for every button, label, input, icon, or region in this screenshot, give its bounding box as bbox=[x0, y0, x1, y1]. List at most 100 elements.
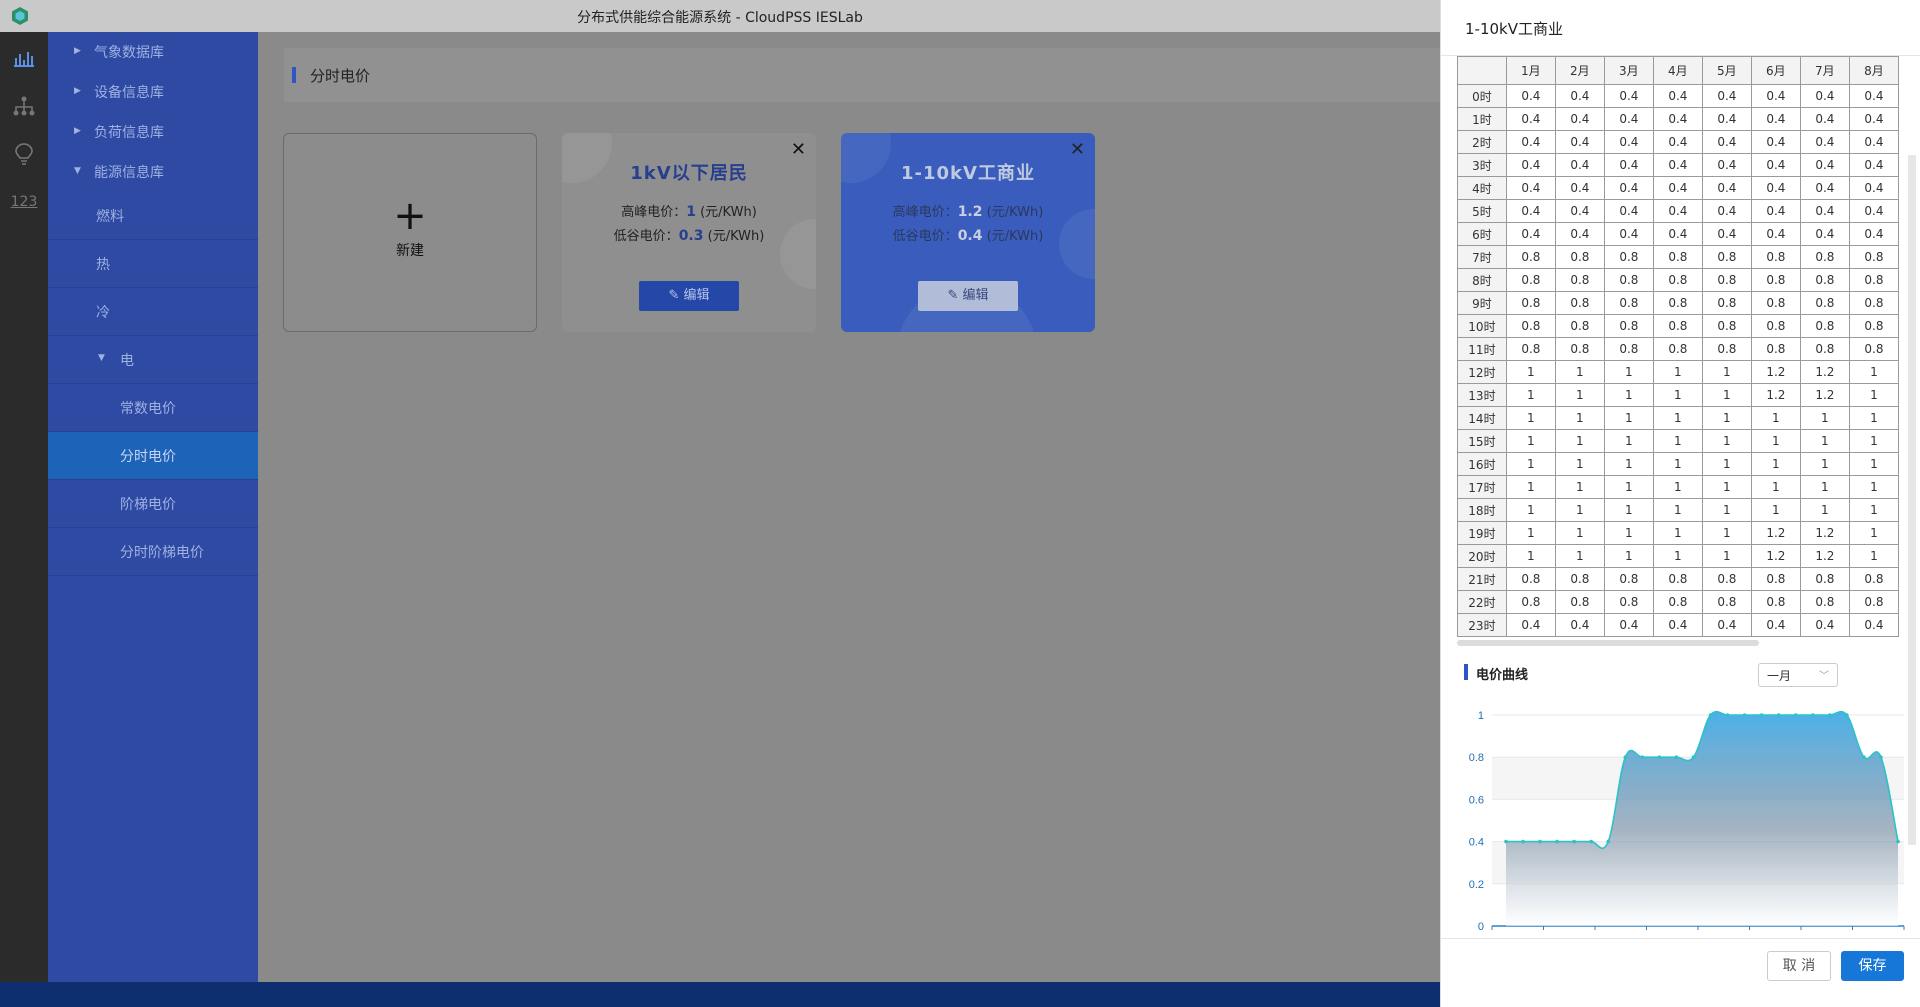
price-cell[interactable]: 0.8 bbox=[1603, 291, 1654, 315]
price-cell[interactable]: 1 bbox=[1848, 360, 1899, 384]
price-cell[interactable]: 0.8 bbox=[1554, 314, 1605, 338]
sidebar-item-tiered-price[interactable]: 阶梯电价 bbox=[48, 480, 258, 528]
horizontal-scrollbar[interactable] bbox=[1457, 640, 1759, 646]
price-cell[interactable]: 0.4 bbox=[1652, 153, 1703, 177]
price-cell[interactable]: 0.8 bbox=[1750, 314, 1801, 338]
edit-button[interactable]: ✎ 编辑 bbox=[918, 281, 1018, 311]
price-cell[interactable]: 1 bbox=[1848, 475, 1899, 499]
price-cell[interactable]: 0.4 bbox=[1505, 84, 1556, 108]
price-cell[interactable]: 1 bbox=[1603, 360, 1654, 384]
price-cell[interactable]: 0.8 bbox=[1701, 567, 1752, 591]
price-cell[interactable]: 1 bbox=[1799, 429, 1850, 453]
price-cell[interactable]: 0.4 bbox=[1603, 613, 1654, 637]
price-cell[interactable]: 1 bbox=[1505, 475, 1556, 499]
price-cell[interactable]: 1 bbox=[1652, 544, 1703, 568]
price-cell[interactable]: 0.8 bbox=[1603, 245, 1654, 269]
price-cell[interactable]: 0.4 bbox=[1652, 176, 1703, 200]
price-cell[interactable]: 0.4 bbox=[1799, 107, 1850, 131]
price-cell[interactable]: 0.4 bbox=[1554, 107, 1605, 131]
price-cell[interactable]: 1 bbox=[1701, 521, 1752, 545]
price-cell[interactable]: 0.8 bbox=[1652, 314, 1703, 338]
price-cell[interactable]: 0.4 bbox=[1848, 222, 1899, 246]
price-cell[interactable]: 1 bbox=[1554, 544, 1605, 568]
price-cell[interactable]: 1 bbox=[1505, 406, 1556, 430]
price-cell[interactable]: 0.8 bbox=[1848, 567, 1899, 591]
price-cell[interactable]: 0.8 bbox=[1799, 567, 1850, 591]
price-cell[interactable]: 1.2 bbox=[1799, 383, 1850, 407]
price-cell[interactable]: 1 bbox=[1603, 475, 1654, 499]
price-cell[interactable]: 0.8 bbox=[1701, 245, 1752, 269]
price-cell[interactable]: 1 bbox=[1848, 521, 1899, 545]
edit-button[interactable]: ✎ 编辑 bbox=[639, 281, 739, 311]
price-cell[interactable]: 0.8 bbox=[1750, 245, 1801, 269]
price-cell[interactable]: 0.4 bbox=[1848, 176, 1899, 200]
price-card-selected[interactable]: ✕ 1-10kV工商业 高峰电价：1.2 (元/KWh) 低谷电价：0.4 (元… bbox=[841, 133, 1095, 332]
price-cell[interactable]: 0.4 bbox=[1603, 199, 1654, 223]
price-cell[interactable]: 1 bbox=[1750, 429, 1801, 453]
price-cell[interactable]: 0.4 bbox=[1554, 613, 1605, 637]
price-cell[interactable]: 0.8 bbox=[1848, 314, 1899, 338]
price-cell[interactable]: 1 bbox=[1652, 360, 1703, 384]
price-cell[interactable]: 1 bbox=[1701, 406, 1752, 430]
price-cell[interactable]: 1 bbox=[1554, 429, 1605, 453]
sidebar-item-equipment[interactable]: ▶ 设备信息库 bbox=[48, 72, 258, 112]
price-cell[interactable]: 1 bbox=[1603, 383, 1654, 407]
price-cell[interactable]: 1 bbox=[1701, 475, 1752, 499]
price-cell[interactable]: 1 bbox=[1554, 521, 1605, 545]
price-cell[interactable]: 1 bbox=[1505, 521, 1556, 545]
price-cell[interactable]: 0.4 bbox=[1554, 222, 1605, 246]
price-cell[interactable]: 1 bbox=[1505, 498, 1556, 522]
price-cell[interactable]: 0.8 bbox=[1652, 567, 1703, 591]
price-cell[interactable]: 0.4 bbox=[1603, 222, 1654, 246]
price-cell[interactable]: 1 bbox=[1505, 360, 1556, 384]
price-cell[interactable]: 0.4 bbox=[1554, 176, 1605, 200]
price-cell[interactable]: 0.8 bbox=[1603, 337, 1654, 361]
price-cell[interactable]: 0.4 bbox=[1799, 222, 1850, 246]
price-cell[interactable]: 0.4 bbox=[1701, 199, 1752, 223]
price-cell[interactable]: 0.4 bbox=[1750, 84, 1801, 108]
price-cell[interactable]: 1 bbox=[1750, 475, 1801, 499]
sidebar-item-heat[interactable]: 热 bbox=[48, 240, 258, 288]
price-cell[interactable]: 0.4 bbox=[1799, 84, 1850, 108]
sidebar-item-tou-tiered-price[interactable]: 分时阶梯电价 bbox=[48, 528, 258, 576]
price-cell[interactable]: 1 bbox=[1505, 429, 1556, 453]
price-cell[interactable]: 0.4 bbox=[1603, 107, 1654, 131]
price-cell[interactable]: 1 bbox=[1505, 452, 1556, 476]
price-cell[interactable]: 0.8 bbox=[1505, 268, 1556, 292]
save-button[interactable]: 保存 bbox=[1841, 951, 1904, 981]
price-cell[interactable]: 0.8 bbox=[1652, 590, 1703, 614]
bulb-icon[interactable] bbox=[10, 140, 38, 168]
price-cell[interactable]: 1 bbox=[1848, 498, 1899, 522]
price-cell[interactable]: 1 bbox=[1603, 544, 1654, 568]
price-cell[interactable]: 0.4 bbox=[1799, 176, 1850, 200]
price-cell[interactable]: 0.4 bbox=[1505, 130, 1556, 154]
close-icon[interactable]: ✕ bbox=[791, 139, 806, 160]
sidebar-item-energy[interactable]: ▼ 能源信息库 bbox=[48, 152, 258, 192]
price-cell[interactable]: 0.4 bbox=[1505, 107, 1556, 131]
price-cell[interactable]: 1 bbox=[1799, 406, 1850, 430]
price-cell[interactable]: 1 bbox=[1554, 406, 1605, 430]
price-cell[interactable]: 1 bbox=[1701, 498, 1752, 522]
month-select[interactable]: 一月 ﹀ bbox=[1758, 663, 1838, 687]
price-cell[interactable]: 0.4 bbox=[1848, 84, 1899, 108]
price-cell[interactable]: 0.4 bbox=[1750, 176, 1801, 200]
price-cell[interactable]: 0.8 bbox=[1554, 337, 1605, 361]
price-cell[interactable]: 0.8 bbox=[1554, 567, 1605, 591]
price-cell[interactable]: 0.8 bbox=[1652, 268, 1703, 292]
price-cell[interactable]: 0.8 bbox=[1652, 291, 1703, 315]
price-cell[interactable]: 1.2 bbox=[1799, 544, 1850, 568]
price-cell[interactable]: 0.4 bbox=[1701, 222, 1752, 246]
price-cell[interactable]: 0.8 bbox=[1505, 590, 1556, 614]
sidebar-item-cold[interactable]: 冷 bbox=[48, 288, 258, 336]
price-cell[interactable]: 0.8 bbox=[1701, 590, 1752, 614]
price-cell[interactable]: 1 bbox=[1848, 406, 1899, 430]
bar-chart-icon[interactable] bbox=[10, 44, 38, 72]
price-cell[interactable]: 1 bbox=[1799, 452, 1850, 476]
price-cell[interactable]: 0.4 bbox=[1652, 199, 1703, 223]
price-cell[interactable]: 0.8 bbox=[1554, 245, 1605, 269]
price-cell[interactable]: 1 bbox=[1799, 475, 1850, 499]
price-cell[interactable]: 0.4 bbox=[1554, 130, 1605, 154]
price-cell[interactable]: 0.4 bbox=[1505, 176, 1556, 200]
price-cell[interactable]: 0.8 bbox=[1603, 268, 1654, 292]
price-cell[interactable]: 1 bbox=[1701, 452, 1752, 476]
